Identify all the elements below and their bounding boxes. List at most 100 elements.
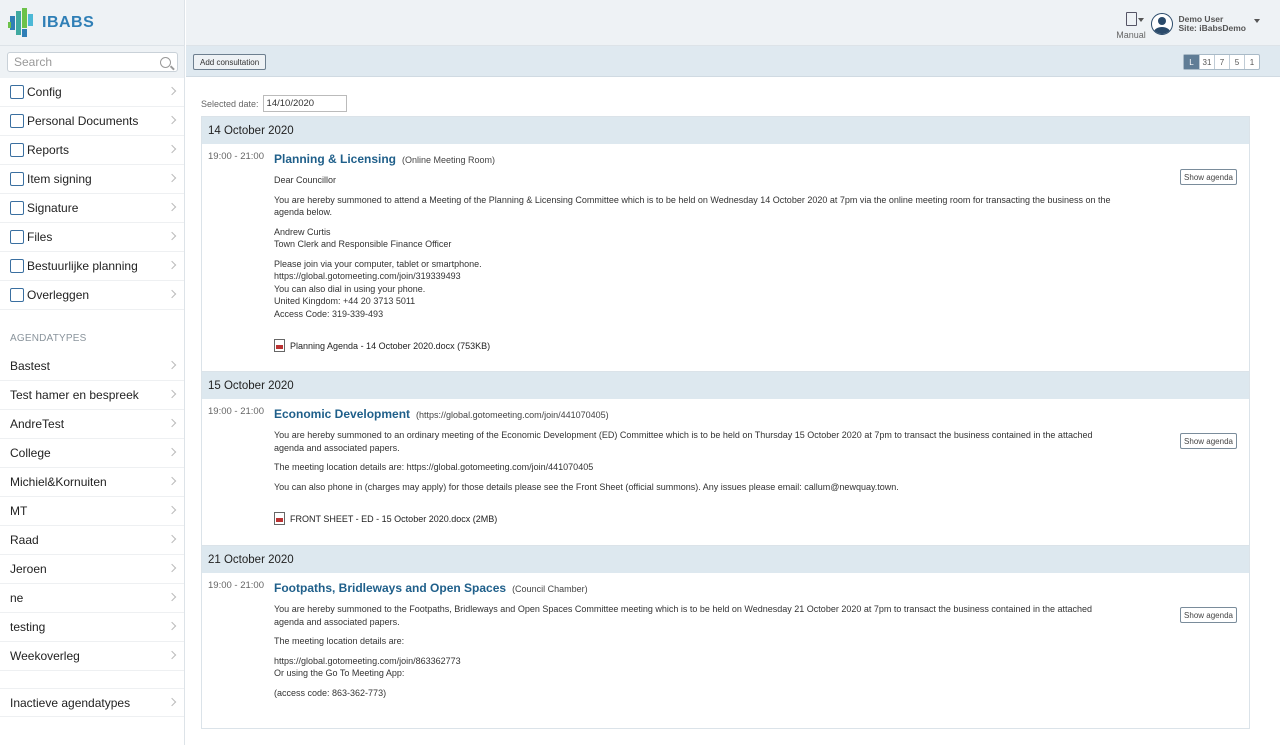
sidebar-item-signature[interactable]: Signature [0,194,184,223]
meeting-location: (https://global.gotomeeting.com/join/441… [416,410,609,420]
agendatype-item[interactable]: testing [0,613,184,642]
manual-label: Manual [1116,30,1146,40]
search-icon[interactable] [160,56,171,68]
meeting-body: You are hereby summoned to an ordinary m… [274,429,1124,493]
view-list-button[interactable]: L [1184,55,1199,69]
sidebar-item-label: Files [27,230,53,244]
search-input[interactable] [14,55,160,69]
meeting-paragraph: Please join via your computer, tablet or… [274,258,482,319]
sidebar-item-label: Personal Documents [27,114,139,128]
meeting-paragraph: Dear Councillor [274,175,337,185]
sidebar-item-files[interactable]: Files [0,223,184,252]
report-icon [10,143,24,157]
agendatype-label: Michiel&Kornuiten [10,475,107,489]
meeting-title-row: Footpaths, Bridleways and Open Spaces (C… [274,581,1249,595]
agendatypes-list: Bastest Test hamer en bespreek AndreTest Co… [0,352,184,671]
meeting-paragraph: (access code: 863-362-773) [274,687,387,698]
sidebar: IBABS Config Personal Documents Reports Ite… [0,0,185,745]
show-agenda-button[interactable]: Show agenda [1180,607,1237,623]
caret-down-icon [1254,19,1260,23]
day-group: 21 October 2020 19:00 - 21:00 Footpaths,… [201,545,1250,729]
meeting-time: 19:00 - 21:00 [208,580,264,591]
meeting-title[interactable]: Planning & Licensing [274,152,396,166]
gear-icon [10,85,24,99]
signature-icon [10,201,24,215]
inactive-agendatypes-label: Inactieve agendatypes [10,695,131,710]
chevron-right-icon [167,144,177,154]
agendatype-item[interactable]: Test hamer en bespreek [0,381,184,410]
selected-date: Selected date: [201,95,347,112]
meeting-item: 19:00 - 21:00 Footpaths, Bridleways and … [202,573,1249,699]
agendatype-label: MT [10,504,28,518]
inactive-agendatypes-item[interactable]: Inactieve agendatypes [0,688,184,717]
sidebar-item-label: Reports [27,143,70,157]
agendatype-label: AndreTest [10,417,65,431]
main-nav: Config Personal Documents Reports Item sign… [0,78,184,310]
agendatype-label: Jeroen [10,562,47,576]
docx-file-icon [274,339,285,352]
sidebar-item-label: Config [27,85,62,99]
attachment[interactable]: FRONT SHEET - ED - 15 October 2020.docx … [274,512,1249,525]
view-month-button[interactable]: 31 [1199,55,1214,69]
agendatype-item[interactable]: ne [0,584,184,613]
signing-icon [10,172,24,186]
meeting-title-row: Planning & Licensing (Online Meeting Roo… [274,152,1249,166]
view-workweek-button[interactable]: 5 [1229,55,1244,69]
chevron-right-icon [167,173,177,183]
avatar-icon [1151,13,1174,35]
sidebar-item-item-signing[interactable]: Item signing [0,165,184,194]
meeting-paragraph: The meeting location details are: [274,636,405,646]
meeting-time: 19:00 - 21:00 [208,406,264,417]
sidebar-item-label: Item signing [27,172,92,186]
meeting-paragraph: You can also phone in (charges may apply… [274,481,899,492]
agendatype-item[interactable]: Raad [0,526,184,555]
manual-button[interactable]: Manual [1116,12,1146,40]
meeting-paragraph: https://global.gotomeeting.com/join/8633… [274,655,461,679]
sidebar-item-config[interactable]: Config [0,78,184,107]
meeting-title[interactable]: Economic Development [274,407,410,421]
agendatype-item[interactable]: Michiel&Kornuiten [0,468,184,497]
sidebar-item-label: Bestuurlijke planning [27,259,138,273]
logo-bar: IBABS [0,0,184,46]
meeting-body: Dear Councillor You are hereby summoned … [274,174,1124,320]
chevron-right-icon [167,621,177,631]
agendatype-label: Test hamer en bespreek [10,388,139,402]
meeting-title-row: Economic Development (https://global.got… [274,407,1249,421]
view-week-button[interactable]: 7 [1214,55,1229,69]
folder-icon [10,114,24,128]
chevron-right-icon [167,447,177,457]
toolbar: Add consultation L 31 7 5 1 [186,46,1280,77]
agendatype-item[interactable]: College [0,439,184,468]
agendatype-item[interactable]: MT [0,497,184,526]
meeting-location: (Council Chamber) [512,584,588,594]
agendatype-item[interactable]: AndreTest [0,410,184,439]
agendatype-item[interactable]: Weekoverleg [0,642,184,671]
user-menu[interactable]: Demo User Site: iBabsDemo [1151,13,1260,35]
chevron-right-icon [167,563,177,573]
sidebar-item-overleggen[interactable]: Overleggen [0,281,184,310]
show-agenda-button[interactable]: Show agenda [1180,433,1237,449]
meeting-paragraph: You are hereby summoned to attend a Meet… [274,194,1111,218]
agendatype-label: testing [10,620,46,634]
show-agenda-button[interactable]: Show agenda [1180,169,1237,185]
sidebar-item-bestuurlijke-planning[interactable]: Bestuurlijke planning [0,252,184,281]
view-switcher: L 31 7 5 1 [1183,54,1260,70]
meeting-icon [10,288,24,302]
day-header: 21 October 2020 [202,546,1249,573]
add-consultation-button[interactable]: Add consultation [193,54,267,70]
sidebar-item-personal-documents[interactable]: Personal Documents [0,107,184,136]
meeting-body: You are hereby summoned to the Footpaths… [274,603,1124,699]
attachment[interactable]: Planning Agenda - 14 October 2020.docx (… [274,339,1249,352]
briefcase-icon [10,230,24,244]
agendatype-item[interactable]: Jeroen [0,555,184,584]
view-day-button[interactable]: 1 [1244,55,1259,69]
meeting-title[interactable]: Footpaths, Bridleways and Open Spaces [274,581,506,595]
user-site: Site: iBabsDemo [1178,23,1246,33]
meeting-paragraph: The meeting location details are: https:… [274,462,594,472]
attachment-name: Planning Agenda - 14 October 2020.docx (… [290,340,491,351]
sidebar-item-reports[interactable]: Reports [0,136,184,165]
agendatype-item[interactable]: Bastest [0,352,184,381]
chevron-right-icon [167,86,177,96]
selected-date-input[interactable] [262,95,347,112]
chevron-right-icon [167,389,177,399]
